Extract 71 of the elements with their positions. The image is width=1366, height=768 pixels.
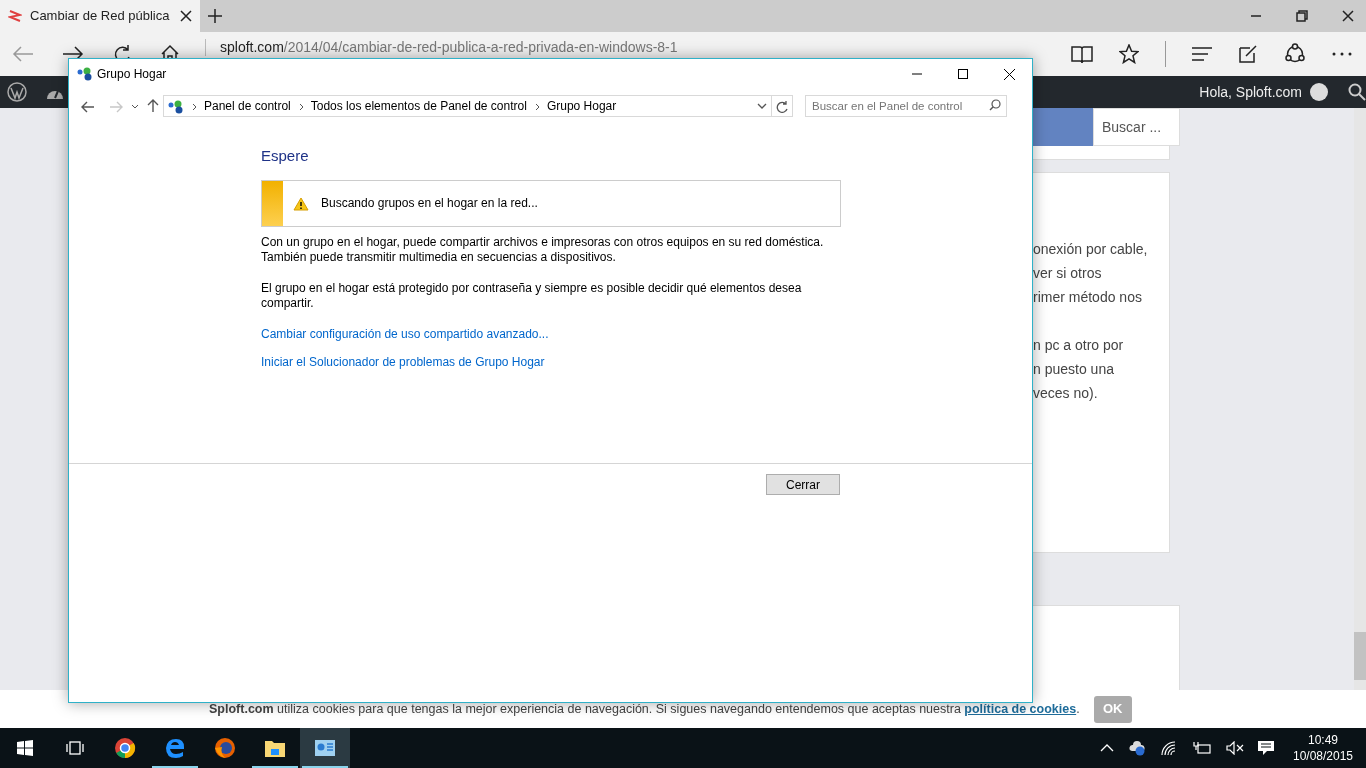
task-view-icon[interactable] bbox=[66, 741, 84, 755]
chevron-right-icon bbox=[192, 102, 197, 111]
wifi-icon[interactable] bbox=[1160, 740, 1178, 756]
sidebar-search-field[interactable]: Buscar ... bbox=[1093, 108, 1180, 146]
article-text-line: veces no). bbox=[1033, 384, 1099, 403]
close-icon[interactable] bbox=[1342, 10, 1354, 22]
warning-stripe bbox=[262, 180, 283, 226]
avatar-circle[interactable] bbox=[1310, 83, 1328, 101]
firefox-icon[interactable] bbox=[214, 737, 236, 759]
admin-greeting[interactable]: Hola, Sploft.com bbox=[1199, 81, 1302, 103]
book-icon[interactable] bbox=[1071, 44, 1093, 64]
homegroup-icon bbox=[77, 67, 93, 81]
article-text-line: ver si otros bbox=[1033, 264, 1103, 283]
notification-icon[interactable] bbox=[1258, 740, 1274, 756]
maximize-icon[interactable] bbox=[958, 69, 968, 79]
article-text-line: n pc a otro por bbox=[1033, 336, 1125, 355]
search-icon[interactable] bbox=[989, 99, 1001, 111]
close-icon[interactable] bbox=[1003, 68, 1015, 80]
wordpress-logo-icon[interactable] bbox=[7, 82, 27, 102]
chevron-right-icon bbox=[534, 102, 540, 111]
address-bar-url[interactable]: sploft.com/2014/04/cambiar-de-red-publica-a-red-privada-en-windows-8-1 bbox=[205, 39, 678, 56]
site-logo-icon bbox=[8, 9, 22, 23]
article-text-line: onexión por cable, bbox=[1033, 240, 1149, 259]
control-panel-icon[interactable] bbox=[314, 738, 336, 758]
dropdown-chevron-icon[interactable] bbox=[757, 102, 767, 110]
description-text: Con un grupo en el hogar, puede compartir archivos e impresoras con otros equipos en su red doméstica. También puede transmitir multimedia en secuencias a dispositivos. bbox=[261, 234, 825, 265]
help-link[interactable]: Iniciar el Solucionador de problemas de Grupo Hogar bbox=[261, 354, 545, 369]
cookie-notice: Sploft.com utiliza cookies para que tengas la mejor experiencia de navegación. Si sigues navegando entendemos que aceptas nuestra política de cookies. bbox=[209, 700, 1080, 718]
scrollbar-thumb[interactable] bbox=[1354, 632, 1366, 680]
star-icon[interactable] bbox=[1119, 44, 1139, 64]
cloud-sync-icon[interactable] bbox=[1128, 740, 1146, 756]
share-circle-icon[interactable] bbox=[1284, 43, 1306, 65]
refresh-icon[interactable] bbox=[776, 100, 788, 113]
search-icon[interactable] bbox=[1348, 83, 1366, 101]
more-dots-icon[interactable] bbox=[1332, 52, 1352, 56]
chrome-icon[interactable] bbox=[114, 737, 136, 759]
new-tab-plus-icon[interactable] bbox=[208, 9, 222, 23]
note-pen-icon[interactable] bbox=[1238, 44, 1258, 64]
browser-tab[interactable]: Cambiar de Red pública bbox=[0, 0, 200, 32]
homegroup-icon bbox=[168, 99, 184, 114]
back-arrow-icon[interactable] bbox=[81, 99, 95, 114]
tab-title: Cambiar de Red pública bbox=[30, 7, 171, 26]
address-bar[interactable]: Panel de control Todos los elementos de Panel de control Grupo Hogar bbox=[163, 95, 793, 117]
status-message: Buscando grupos en el hogar en la red... bbox=[321, 195, 538, 212]
clock-date[interactable]: 10/08/2015 bbox=[1288, 748, 1358, 764]
warning-icon bbox=[293, 196, 309, 211]
close-icon[interactable] bbox=[180, 10, 192, 22]
up-arrow-icon[interactable] bbox=[147, 99, 159, 113]
help-link[interactable]: Cambiar configuración de uso compartido avanzado... bbox=[261, 326, 549, 341]
chevron-up-icon[interactable] bbox=[1100, 744, 1114, 752]
page-heading: Espere bbox=[261, 146, 310, 166]
taskbar-app[interactable] bbox=[300, 728, 350, 768]
speaker-muted-icon[interactable] bbox=[1226, 741, 1244, 755]
article-text-line: rimer método nos bbox=[1033, 288, 1143, 307]
edge-e-icon[interactable] bbox=[164, 737, 186, 759]
article-text-line: n puesto una bbox=[1033, 360, 1115, 379]
description-text: El grupo en el hogar está protegido por contraseña y siempre es posible decidir qué elementos desea compartir. bbox=[261, 280, 803, 311]
hub-lines-icon[interactable] bbox=[1192, 47, 1212, 61]
folder-icon[interactable] bbox=[264, 738, 286, 758]
close-button[interactable]: Cerrar bbox=[766, 474, 840, 495]
clock-time[interactable]: 10:49 bbox=[1288, 732, 1358, 748]
restore-icon[interactable] bbox=[1296, 10, 1308, 22]
window-title: Grupo Hogar bbox=[97, 66, 167, 83]
breadcrumb-item[interactable]: Panel de control bbox=[204, 97, 291, 115]
breadcrumb-item[interactable]: Todos los elementos de Panel de control bbox=[310, 97, 527, 115]
control-panel-search-field[interactable]: Buscar en el Panel de control bbox=[805, 95, 1007, 117]
battery-plug-icon[interactable] bbox=[1192, 741, 1212, 755]
breadcrumb-item[interactable]: Grupo Hogar bbox=[546, 97, 617, 115]
dropdown-chevron-icon[interactable] bbox=[131, 103, 139, 110]
windows-logo-icon[interactable] bbox=[17, 740, 33, 756]
chevron-right-icon bbox=[298, 102, 304, 111]
